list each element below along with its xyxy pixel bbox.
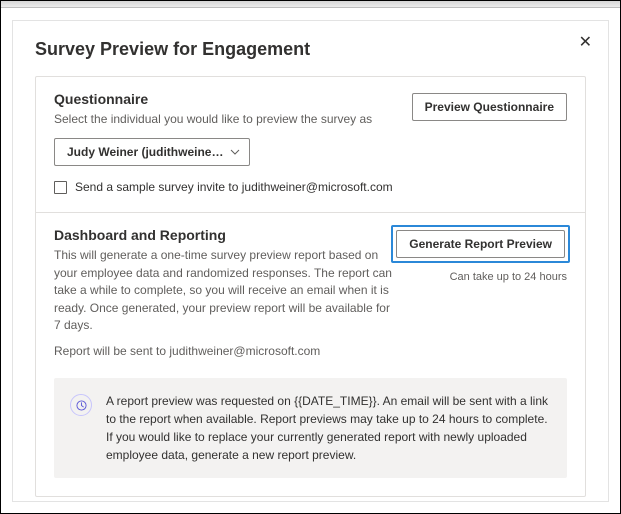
questionnaire-desc: Select the individual you would like to …	[54, 111, 394, 128]
checkbox-label: Send a sample survey invite to judithwei…	[75, 180, 393, 194]
chevron-down-icon	[230, 147, 240, 158]
generate-button-highlight: Generate Report Preview	[391, 225, 570, 263]
sample-invite-checkbox-row[interactable]: Send a sample survey invite to judithwei…	[54, 180, 567, 194]
preview-questionnaire-button[interactable]: Preview Questionnaire	[412, 93, 567, 121]
dashboard-desc: This will generate a one-time survey pre…	[54, 247, 394, 334]
clock-icon	[70, 394, 92, 416]
generate-report-preview-button[interactable]: Generate Report Preview	[396, 230, 565, 258]
dropdown-value: Judy Weiner (judithweiner…	[67, 145, 227, 159]
content-panel: Questionnaire Select the individual you …	[35, 76, 586, 497]
close-icon: ✕	[579, 34, 592, 51]
info-banner: A report preview was requested on {{DATE…	[54, 378, 567, 478]
survey-preview-modal: ✕ Survey Preview for Engagement Question…	[12, 20, 609, 502]
close-button[interactable]: ✕	[577, 33, 594, 53]
generate-hint: Can take up to 24 hours	[450, 271, 567, 283]
checkbox-icon	[54, 181, 67, 194]
dashboard-section: Dashboard and Reporting This will genera…	[36, 212, 585, 496]
individual-dropdown[interactable]: Judy Weiner (judithweiner…	[54, 138, 250, 166]
report-sent-to: Report will be sent to judithweiner@micr…	[54, 344, 567, 358]
window-toolbar-strip	[1, 1, 620, 8]
info-text: A report preview was requested on {{DATE…	[106, 392, 551, 464]
modal-title: Survey Preview for Engagement	[35, 39, 586, 60]
questionnaire-section: Questionnaire Select the individual you …	[36, 77, 585, 212]
